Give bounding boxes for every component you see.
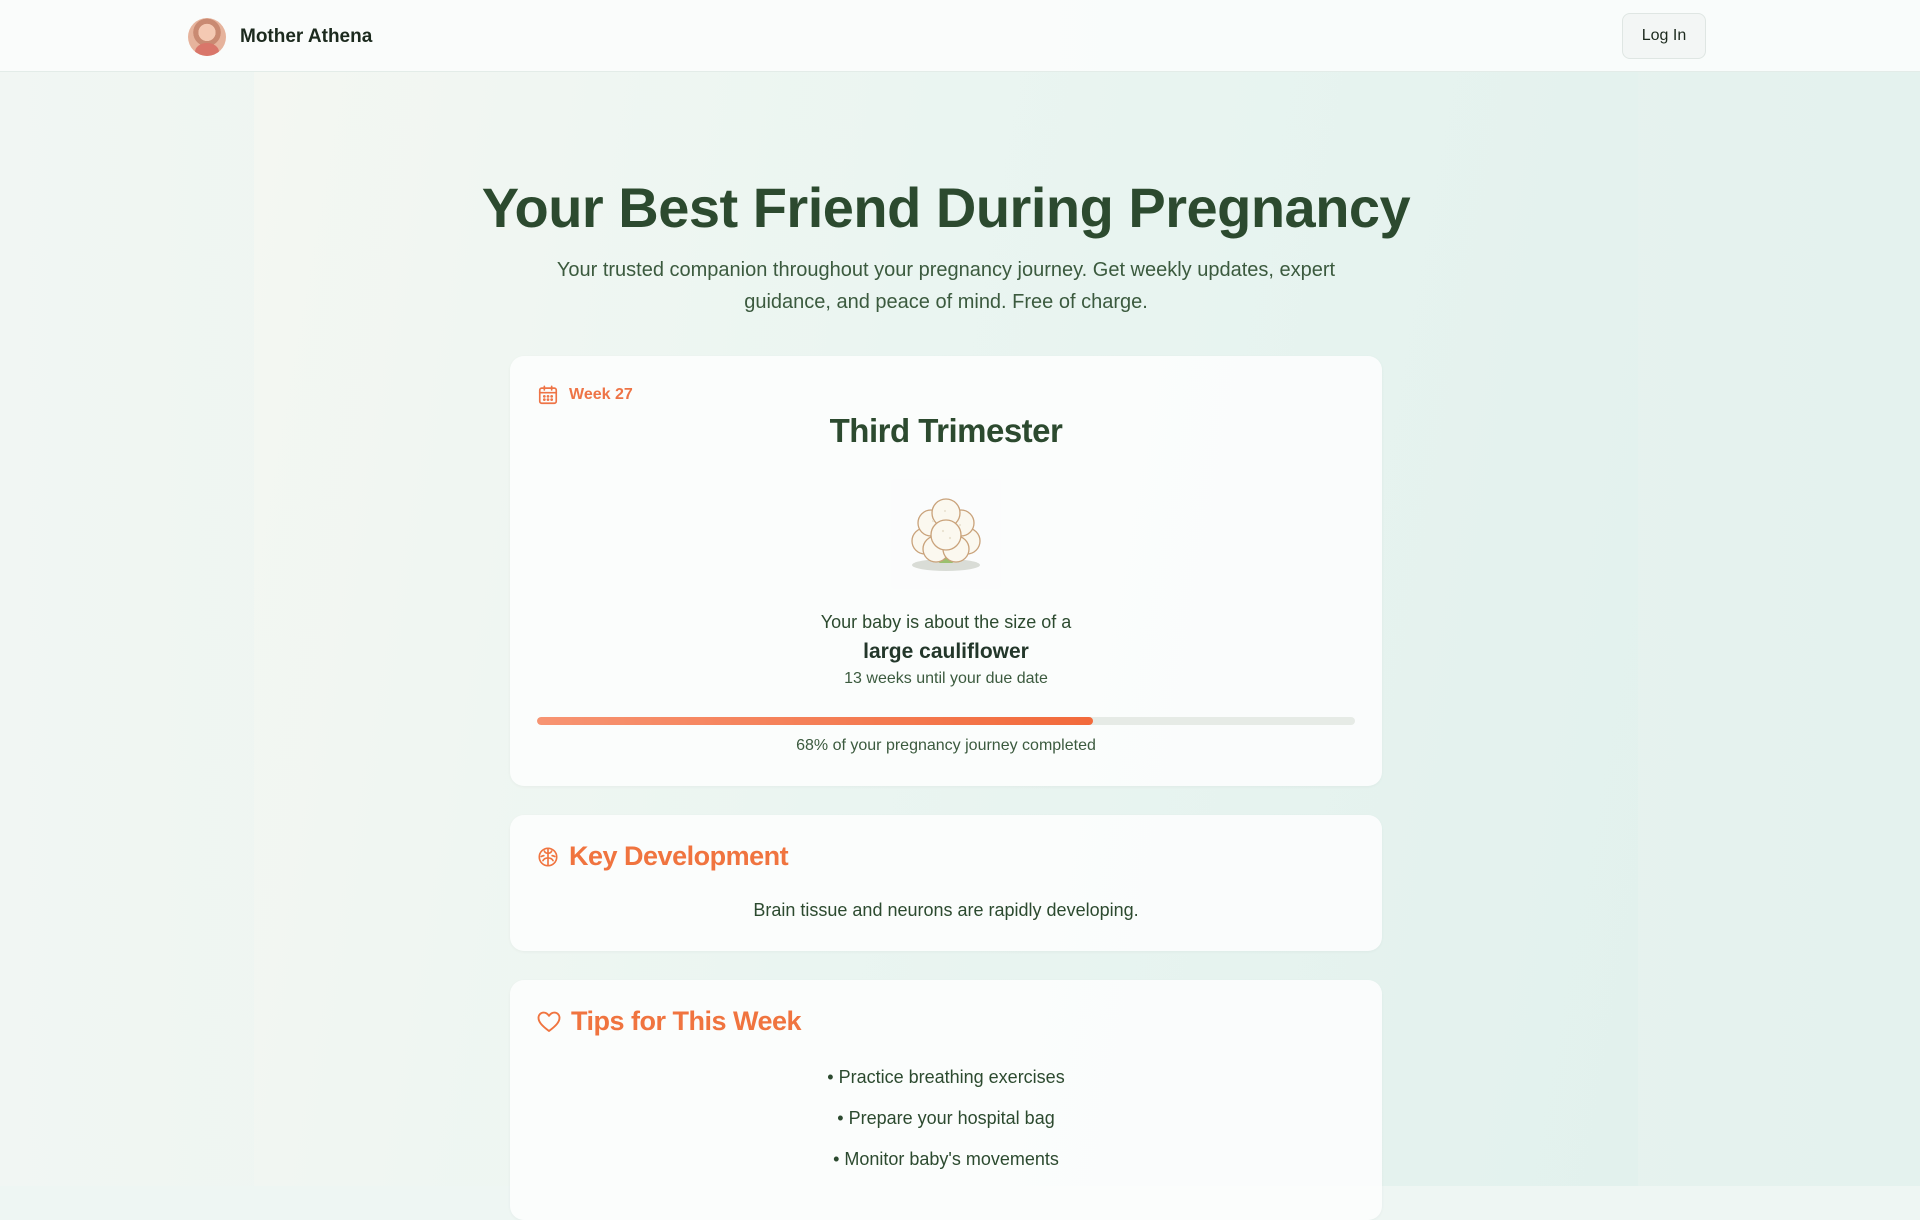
hero-title: Your Best Friend During Pregnancy	[481, 176, 1411, 239]
tips-card: Tips for This Week • Practice breathing …	[510, 980, 1382, 1220]
list-item: • Practice breathing exercises	[827, 1067, 1065, 1087]
tips-list: • Practice breathing exercises • Prepare…	[510, 1066, 1382, 1189]
login-button[interactable]: Log In	[1622, 13, 1706, 59]
brand-name: Mother Athena	[240, 26, 373, 47]
tips-title: Tips for This Week	[571, 1006, 802, 1036]
pregnancy-progress-bar	[537, 717, 1355, 725]
trimester-title: Third Trimester	[829, 412, 1063, 449]
top-navbar: Mother Athena Log In	[0, 0, 1920, 72]
baby-size-name: large cauliflower	[863, 640, 1029, 663]
list-item: • Monitor baby's movements	[833, 1149, 1059, 1169]
key-development-card: Key Development Brain tissue and neurons…	[510, 815, 1382, 951]
due-date-countdown: 13 weeks until your due date	[844, 670, 1048, 687]
size-intro: Your baby is about the size of a	[820, 612, 1072, 632]
week-card: Week 27 Third Trimester Your baby is abo…	[510, 356, 1382, 786]
hero-subtitle: Your trusted companion throughout your p…	[556, 259, 1336, 313]
tips-header: Tips for This Week	[537, 1006, 802, 1037]
avatar	[188, 18, 226, 56]
week-label: Week 27	[569, 386, 633, 403]
list-item: • Prepare your hospital bag	[837, 1108, 1055, 1128]
key-development-header: Key Development	[537, 841, 789, 872]
calendar-icon	[537, 384, 559, 406]
week-tag: Week 27	[537, 384, 633, 406]
heart-icon	[537, 1011, 561, 1033]
cauliflower-illustration	[891, 479, 1001, 589]
key-development-text: Brain tissue and neurons are rapidly dev…	[753, 900, 1139, 920]
progress-label: 68% of your pregnancy journey completed	[796, 737, 1096, 754]
brand[interactable]: Mother Athena	[188, 18, 372, 56]
brain-icon	[537, 846, 559, 868]
pregnancy-progress-fill	[537, 717, 1094, 725]
key-development-title: Key Development	[569, 841, 789, 871]
